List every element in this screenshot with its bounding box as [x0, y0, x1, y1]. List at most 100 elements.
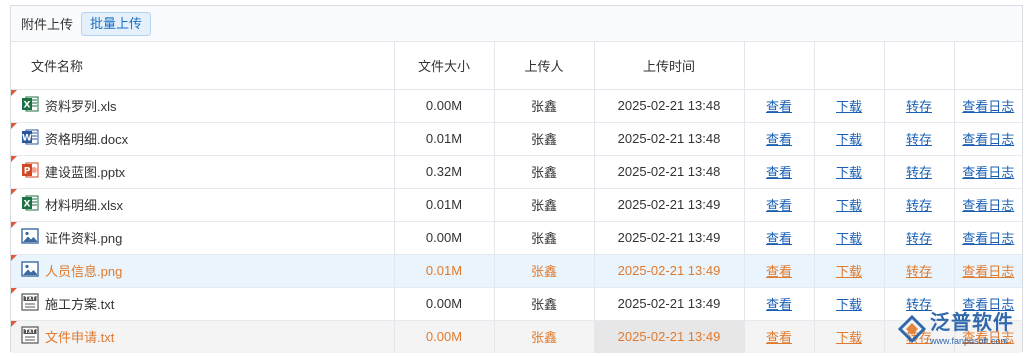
- file-size: 0.00M: [394, 287, 495, 321]
- image-icon: [21, 227, 39, 248]
- transfer-cell: 转存: [884, 254, 955, 288]
- view-link[interactable]: 查看: [766, 132, 792, 147]
- file-name-cell[interactable]: TXT 文件申请.txt: [11, 320, 395, 353]
- file-name-cell[interactable]: 证件资料.png: [11, 221, 395, 255]
- transfer-cell: 转存: [884, 155, 955, 189]
- view-cell: 查看: [744, 89, 815, 123]
- log-cell: 查看日志: [954, 188, 1022, 222]
- new-marker: [11, 221, 17, 228]
- transfer-link[interactable]: 转存: [906, 231, 932, 246]
- view-cell: 查看: [744, 188, 815, 222]
- file-size: 0.00M: [394, 89, 495, 123]
- table-row[interactable]: 人员信息.png 0.01M 张鑫 2025-02-21 13:49 查看 下载 转存 查看日…: [11, 254, 1022, 288]
- txt-icon: TXT: [21, 326, 39, 347]
- view-log-link[interactable]: 查看日志: [962, 264, 1014, 279]
- view-log-link[interactable]: 查看日志: [962, 132, 1014, 147]
- file-name-cell[interactable]: X 资料罗列.xls: [11, 89, 395, 123]
- file-name: 材料明细.xlsx: [45, 198, 124, 213]
- table-row[interactable]: W 资格明细.docx 0.01M 张鑫 2025-02-21 13:48 查看 下载 转存 查…: [11, 122, 1022, 156]
- new-marker: [11, 287, 17, 294]
- table-row[interactable]: X 材料明细.xlsx 0.01M 张鑫 2025-02-21 13:49 查看 下载 转存 查…: [11, 188, 1022, 222]
- view-link[interactable]: 查看: [766, 330, 792, 345]
- download-link[interactable]: 下载: [836, 198, 862, 213]
- transfer-link[interactable]: 转存: [906, 132, 932, 147]
- file-name-cell[interactable]: X 材料明细.xlsx: [11, 188, 395, 222]
- table-row[interactable]: TXT 施工方案.txt 0.00M 张鑫 2025-02-21 13:49 查看 下载 转存…: [11, 287, 1022, 321]
- view-link[interactable]: 查看: [766, 264, 792, 279]
- uploader: 张鑫: [494, 320, 595, 353]
- watermark-title: 泛普软件: [930, 311, 1014, 334]
- download-link[interactable]: 下载: [836, 165, 862, 180]
- file-name: 证件资料.png: [45, 231, 123, 246]
- view-cell: 查看: [744, 254, 815, 288]
- uploader: 张鑫: [494, 155, 595, 189]
- col-header-name[interactable]: 文件名称: [11, 42, 395, 90]
- download-cell: 下载: [814, 320, 885, 353]
- transfer-cell: 转存: [884, 221, 955, 255]
- download-link[interactable]: 下载: [836, 99, 862, 114]
- file-name-cell[interactable]: W 资格明细.docx: [11, 122, 395, 156]
- upload-time: 2025-02-21 13:48: [594, 122, 745, 156]
- table-row[interactable]: TXT 文件申请.txt 0.00M 张鑫 2025-02-21 13:49 查看 下载 转存…: [11, 320, 1022, 353]
- file-size: 0.00M: [394, 320, 495, 353]
- download-link[interactable]: 下载: [836, 297, 862, 312]
- new-marker: [11, 122, 17, 129]
- download-link[interactable]: 下载: [836, 264, 862, 279]
- view-cell: 查看: [744, 122, 815, 156]
- transfer-link[interactable]: 转存: [906, 99, 932, 114]
- upload-time: 2025-02-21 13:49: [594, 320, 745, 353]
- file-name-cell[interactable]: 人员信息.png: [11, 254, 395, 288]
- download-link[interactable]: 下载: [836, 132, 862, 147]
- file-name-cell[interactable]: P 建设蓝图.pptx: [11, 155, 395, 189]
- file-size: 0.01M: [394, 254, 495, 288]
- svg-text:TXT: TXT: [25, 296, 36, 302]
- transfer-link[interactable]: 转存: [906, 165, 932, 180]
- view-link[interactable]: 查看: [766, 231, 792, 246]
- log-cell: 查看日志: [954, 254, 1022, 288]
- attachment-table: 文件名称 文件大小 上传人 上传时间 X 资料罗列.xls 0.00M 张鑫 2025-…: [11, 42, 1022, 353]
- log-cell: 查看日志: [954, 221, 1022, 255]
- view-log-link[interactable]: 查看日志: [962, 231, 1014, 246]
- download-link[interactable]: 下载: [836, 330, 862, 345]
- view-link[interactable]: 查看: [766, 297, 792, 312]
- col-header-action-4: [954, 42, 1022, 90]
- view-log-link[interactable]: 查看日志: [962, 198, 1014, 213]
- col-header-uploader[interactable]: 上传人: [494, 42, 595, 90]
- table-row[interactable]: 证件资料.png 0.00M 张鑫 2025-02-21 13:49 查看 下载 转存 查看日…: [11, 221, 1022, 255]
- view-cell: 查看: [744, 320, 815, 353]
- uploader: 张鑫: [494, 89, 595, 123]
- transfer-cell: 转存: [884, 188, 955, 222]
- transfer-link[interactable]: 转存: [906, 198, 932, 213]
- view-link[interactable]: 查看: [766, 99, 792, 114]
- view-link[interactable]: 查看: [766, 165, 792, 180]
- view-link[interactable]: 查看: [766, 198, 792, 213]
- table-row[interactable]: X 资料罗列.xls 0.00M 张鑫 2025-02-21 13:48 查看 下载 转存 查看…: [11, 89, 1022, 123]
- download-link[interactable]: 下载: [836, 231, 862, 246]
- table-row[interactable]: P 建设蓝图.pptx 0.32M 张鑫 2025-02-21 13:48 查看 下载 转存 查…: [11, 155, 1022, 189]
- uploader: 张鑫: [494, 122, 595, 156]
- log-cell: 查看日志: [954, 122, 1022, 156]
- file-name: 人员信息.png: [45, 264, 123, 279]
- download-cell: 下载: [814, 122, 885, 156]
- upload-time: 2025-02-21 13:49: [594, 221, 745, 255]
- view-cell: 查看: [744, 155, 815, 189]
- view-log-link[interactable]: 查看日志: [962, 99, 1014, 114]
- txt-icon: TXT: [21, 293, 39, 314]
- batch-upload-button[interactable]: 批量上传: [81, 11, 152, 36]
- uploader: 张鑫: [494, 287, 595, 321]
- transfer-link[interactable]: 转存: [906, 264, 932, 279]
- file-name-cell[interactable]: TXT 施工方案.txt: [11, 287, 395, 321]
- view-log-link[interactable]: 查看日志: [962, 165, 1014, 180]
- uploader: 张鑫: [494, 188, 595, 222]
- file-size: 0.01M: [394, 188, 495, 222]
- toolbar: 附件上传 批量上传: [11, 6, 1022, 42]
- svg-text:X: X: [24, 200, 31, 210]
- file-size: 0.00M: [394, 221, 495, 255]
- attachment-panel: 附件上传 批量上传 文件名称 文件大小 上传人 上传时间 X 资料罗列.xls 0.…: [10, 5, 1023, 353]
- log-cell: 查看日志: [954, 89, 1022, 123]
- upload-time: 2025-02-21 13:49: [594, 254, 745, 288]
- col-header-size[interactable]: 文件大小: [394, 42, 495, 90]
- col-header-time[interactable]: 上传时间: [594, 42, 745, 90]
- file-name: 资料罗列.xls: [45, 99, 117, 114]
- download-cell: 下载: [814, 254, 885, 288]
